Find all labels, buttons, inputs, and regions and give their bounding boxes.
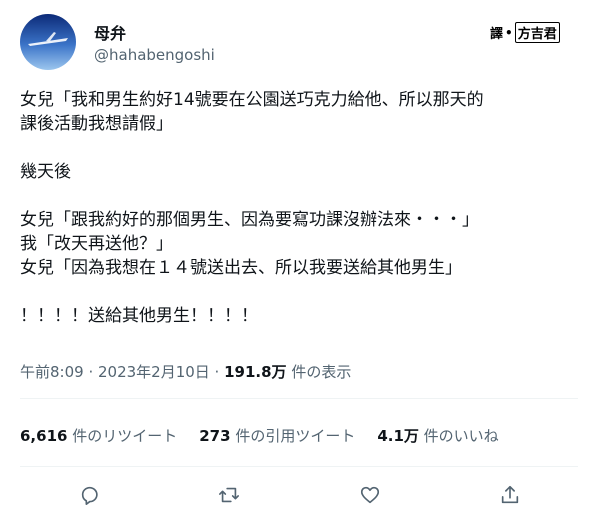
translator-credit: 譯 • 方吉君: [490, 22, 560, 43]
tweet-line: ！！！！送給其他男生！！！！: [20, 306, 258, 326]
author-name[interactable]: 母弁: [94, 20, 126, 44]
quotes-count: 273: [199, 427, 231, 445]
tweet-text: 女兒「我和男生約好14號要在公園送巧克力給他、所以那天的 課後活動我想請假」 幾天…: [20, 88, 580, 328]
likes-label: 件のいいね: [418, 427, 499, 445]
author-handle[interactable]: @hahabengoshi: [94, 46, 215, 64]
tweet-line: 女兒「我和男生約好14號要在公園送巧克力給他、所以那天的: [20, 90, 484, 110]
divider: [20, 398, 578, 399]
share-icon: [501, 485, 519, 504]
retweets-count: 6,616: [20, 427, 68, 445]
avatar[interactable]: [20, 14, 76, 70]
tweet-line: 幾天後: [20, 162, 71, 182]
likes-count: 4.1万: [377, 427, 419, 445]
action-bar: [0, 480, 598, 512]
retweets-label: 件のリツイート: [67, 427, 178, 445]
tweet-line: 女兒「跟我約好的那個男生、因為要寫功課沒辦法來・・・」: [20, 210, 479, 230]
engagement-stats: 6,616 件のリツイート 273 件の引用ツイート 4.1万 件のいいね: [20, 425, 499, 446]
timestamp[interactable]: 午前8:09 · 2023年2月10日 ·: [20, 363, 224, 381]
credit-dot: •: [505, 25, 513, 40]
reply-icon: [81, 486, 98, 505]
tweet-line: 課後活動我想請假」: [20, 114, 173, 134]
quotes-label: 件の引用ツイート: [230, 427, 356, 445]
like-button[interactable]: [355, 480, 385, 510]
tweet-line: [20, 280, 580, 304]
tweet-line: 女兒「因為我想在１４號送出去、所以我要送給其他男生」: [20, 258, 462, 278]
retweet-button[interactable]: [214, 480, 244, 510]
credit-prefix: 譯: [490, 27, 504, 42]
view-count: 191.8万: [224, 363, 287, 381]
likes-stat[interactable]: 4.1万 件のいいね: [377, 425, 498, 446]
share-button[interactable]: [495, 480, 525, 510]
view-label: 件の表示: [286, 363, 352, 381]
tweet-line: [20, 136, 580, 160]
tweet-meta: 午前8:09 · 2023年2月10日 · 191.8万 件の表示: [20, 361, 351, 382]
quotes-stat[interactable]: 273 件の引用ツイート: [199, 425, 355, 446]
retweets-stat[interactable]: 6,616 件のリツイート: [20, 425, 177, 446]
reply-button[interactable]: [75, 480, 105, 510]
divider: [20, 466, 578, 467]
tweet-line: [20, 184, 580, 208]
credit-name: 方吉君: [514, 22, 560, 43]
retweet-icon: [219, 487, 239, 503]
like-icon: [360, 486, 380, 504]
tweet-line: 我「改天再送他？」: [20, 234, 173, 254]
